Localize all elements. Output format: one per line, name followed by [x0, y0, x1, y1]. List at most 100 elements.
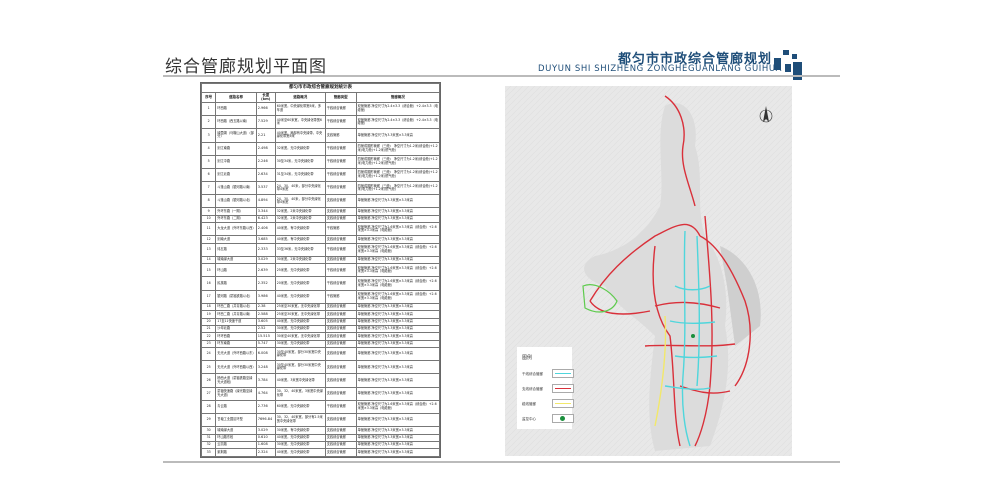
table-row: 18 环西二路（共青路以北） 2.38 25米至30米宽，无中央绿化带 支线综合管廊 单舱…: [200, 302, 441, 312]
table-row: 31 环山路东段 0.610 40米宽，无中央绿化带 支线综合管廊 单舱管廊 净空尺寸为3…: [200, 433, 441, 442]
table-row: 15 环山路 2.639 25米宽，无中央绿化带 干线综合管廊 双舱管廊 净空尺寸为2.6…: [200, 263, 441, 278]
table-cell: 30、32、40米宽，3米宽中央绿化带: [274, 386, 326, 401]
table-cell: 剑江中路: [215, 154, 257, 169]
table-cell: 40米至60米宽，中央绿化带宽6米: [274, 115, 326, 130]
legend-swatch: [552, 399, 574, 408]
table-cell: 单舱管廊 净空尺寸为3.3米宽×3.3米高: [355, 448, 441, 457]
table-row: 25 无光大道（外环西路以西） 3.248 30至40米宽，部分30米宽中央绿化带 支线…: [200, 360, 441, 375]
table-cell: 40米宽，局部有中央绿带，中央绿化带宽6米: [274, 128, 326, 143]
table-cell: 剑江南路: [215, 141, 257, 156]
table-row: 9 外环东路（一期） 3.344 32米宽，2米中央绿化带 支线综合管廊 单舱管廊 净空尺…: [200, 207, 441, 216]
table-cell: 6.008: [255, 347, 276, 362]
header-divider: [163, 75, 840, 77]
table-cell: 15.515: [255, 332, 276, 341]
table-cell: 40米宽，无中央绿化带: [274, 448, 326, 457]
table-cell: 7.529: [255, 115, 276, 130]
table-cell: 3.029: [255, 426, 276, 435]
legend-label: 干线综合管廊: [522, 372, 543, 376]
table-cell: 紫荆路: [215, 448, 257, 457]
table-cell: 云凯路: [215, 440, 257, 450]
table-cell: 单舱管廊 净空尺寸为3.3米宽×3.3米高: [355, 235, 441, 244]
table-cell: 3.537: [255, 181, 276, 196]
monitoring-center-marker[interactable]: [691, 334, 695, 338]
table-cell: 2: [200, 115, 217, 130]
table-cell: 支线综合管廊: [324, 310, 357, 319]
table-row: 28 青云路 2.736 60米宽，无中央绿化带 干线综合管廊 双舱管廊 净空尺寸为2.6…: [200, 399, 441, 415]
table-cell: 银河路（蒙福铁路以北）: [215, 289, 257, 304]
legend-title: 图例: [522, 355, 533, 361]
table-row: 19 环西二路（共青路以南） 2.588 25米至30米宽，无中央绿化带 支线综合管廊单…: [200, 310, 441, 319]
table-cell: 单舱管廊 净空尺寸为3.3米宽×3.3米高: [355, 426, 441, 435]
brand-subtitle: DUYUN SHI SHIZHENG ZONGHEGUANLANG GUIHUA: [538, 64, 783, 74]
table-cell: 25米至30米宽，无中央绿化带: [274, 310, 326, 319]
table-cell: 单舱管廊 净空尺寸为3.3米宽×3.3米高: [355, 440, 441, 450]
legend-swatch: [552, 369, 574, 378]
table-cell: 干线综合管廊: [324, 167, 357, 183]
table-cell: 干线综合管廊: [324, 263, 357, 278]
table-cell: 22: [200, 332, 217, 341]
table-cell: 单舱管廊 净空尺寸为3.3米宽×3.3米高: [355, 339, 441, 349]
table-cell: 1.608: [255, 440, 276, 450]
table-cell: 20: [200, 317, 217, 326]
table-cell: 干线管廊: [324, 222, 357, 237]
table-cell: 纬五路: [215, 242, 257, 257]
table-row: 13 纬五路 2.333 33至36米，无中央绿化带 干线综合管廊 双舱管廊 净空尺寸为2…: [200, 242, 441, 257]
table-cell: 9: [200, 207, 217, 216]
table-cell: 3.248: [255, 360, 276, 375]
table-cell: 四舱成圆形管廊（三舱） 净空尺寸为1.2米(综合舱)+1.2米(电力舱)+1.2…: [355, 167, 441, 183]
table-row: 26 杨西大道（蒙福铁路至绿光大道段） 3.784 40米宽，3米宽中央绿化带 支线综合…: [200, 373, 441, 388]
table-row: 7 斗篷山路（银河路以南） 3.537 24、30、40米，部分中央绿化带4米宽 干线综…: [200, 181, 441, 196]
table-cell: 干线管廊: [324, 289, 357, 304]
table-cell: 3.784: [255, 373, 276, 388]
legend-label: 缆线管廊: [522, 402, 536, 406]
table-cell: 四舱成圆形管廊（三舱） 净空尺寸为1.2米(综合舱)+1.2米(电力舱)+1.2…: [355, 181, 441, 196]
table-cell: 2.966: [255, 101, 276, 117]
table-cell: 2.324: [255, 448, 276, 457]
table-cell: 30米至40米宽，无中央绿化带: [274, 332, 326, 341]
table-row: 16 民族路 2.352 20米宽，无中央绿化带 干线综合管廊 双舱管廊 净空尺寸为2.6…: [200, 276, 441, 291]
table-row: 29 甘塘工业园区环型 7696.84 30、32、40米宽，部分有2.5米宽中央绿化…: [200, 412, 441, 428]
table-cell: 25米至30米宽，无中央绿化带: [274, 302, 326, 312]
column-header: 道路概况: [274, 92, 326, 103]
table-cell: 21: [200, 324, 217, 334]
table-cell: 支线综合管廊: [324, 332, 357, 341]
table-cell: 斗篷山路（银河路以南）: [215, 181, 257, 196]
table-row: 4 剑江南路 2.498 32米宽，无中央绿化带 干线综合管廊 四舱成圆形管廊（三舱） 净…: [200, 141, 441, 156]
table-cell: 单舱管廊 净空尺寸为3.3米宽×3.3米高: [355, 255, 441, 265]
table-cell: 31至34米，无中央绿化带: [274, 167, 326, 183]
table-row: 3 绿茵湖（马鞍山大道）（部分） 2.21 40米宽，局部有中央绿带，中央绿化带宽6米…: [200, 128, 441, 143]
table-cell: 斗篷山路（银河路以北）: [215, 194, 257, 209]
table-cell: 7696.84: [255, 412, 276, 428]
table-cell: 16: [200, 276, 217, 291]
table-cell: 支线管廊: [324, 128, 357, 143]
table-cell: 单舱管廊 净空尺寸为3.3米宽×3.3米高: [355, 207, 441, 216]
table-cell: 单舱管廊 净空尺寸为3.3米宽×3.3米高: [355, 214, 441, 224]
table-cell: 单舱管廊 净空尺寸为3.3米宽×3.3米高: [355, 433, 441, 442]
table-cell: 26: [200, 373, 217, 388]
table-cell: 30至34米，无中央绿化带: [274, 154, 326, 169]
page-title: 综合管廊规划平面图: [165, 57, 327, 77]
table-cell: 3.029: [255, 255, 276, 265]
table-cell: 单舱管廊 净空尺寸为3.3米宽×3.3米高: [355, 373, 441, 388]
table-cell: 29: [200, 412, 217, 428]
table-cell: 3.605: [255, 317, 276, 326]
table-cell: 环山路: [215, 263, 257, 278]
table-cell: 支线综合管廊: [324, 207, 357, 216]
table-cell: 6: [200, 167, 217, 183]
table-cell: 杨西大道（蒙福铁路至绿光大道段）: [215, 373, 257, 388]
table-cell: 支线综合管廊: [324, 426, 357, 435]
table-cell: 20米宽，无中央绿化带: [274, 276, 326, 291]
table-cell: 外环东路（二期）: [215, 214, 257, 224]
table-row: 6 剑江北路 2.634 31至34米，无中央绿化带 干线综合管廊 四舱成圆形管廊（三舱）…: [200, 167, 441, 183]
table-cell: 40米宽，无中央绿化带: [274, 433, 326, 442]
table-row: 20 17至11快速干道 3.605 40米宽，无中央绿化带 支线综合管廊 单舱管廊 净空…: [200, 317, 441, 326]
column-header: 管廊概况: [355, 92, 441, 103]
table-cell: 15: [200, 263, 217, 278]
table-cell: 干线综合管廊: [324, 399, 357, 415]
table-cell: 2.498: [255, 141, 276, 156]
table-row: 33 紫荆路 2.324 40米宽，无中央绿化带 支线综合管廊 单舱管廊 净空尺寸为3.3…: [200, 448, 441, 457]
table-cell: 30米宽，有中央绿化带: [274, 426, 326, 435]
table-cell: 城南绿大道: [215, 426, 257, 435]
table-cell: 2.406: [255, 222, 276, 237]
table-cell: 支线综合管廊: [324, 373, 357, 388]
